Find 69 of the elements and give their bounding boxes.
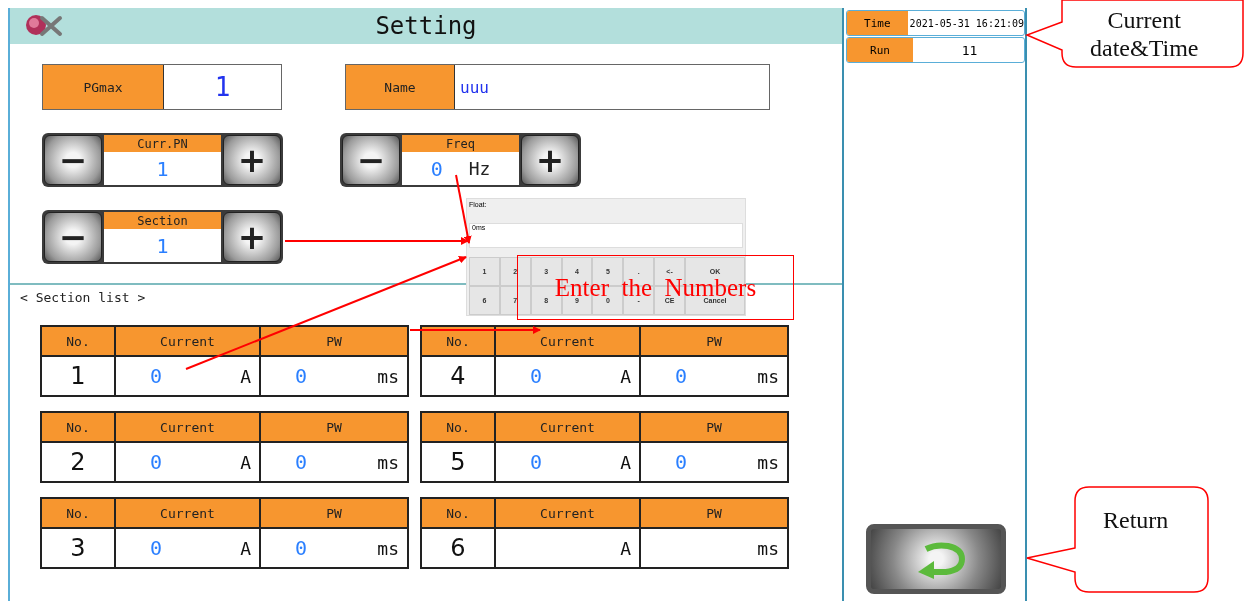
current-value[interactable]: 0 [530,450,543,474]
table-cell: 4 [422,357,494,395]
pulse-width-value[interactable]: 0 [675,450,688,474]
status-label: Run [847,38,913,62]
column-header: No. [42,327,114,355]
stepper-value[interactable]: 0 [430,156,443,181]
unit-label: A [240,451,251,473]
pulse-width-value[interactable]: 0 [295,536,308,560]
current-value[interactable]: 0 [150,536,163,560]
column-header: No. [422,413,494,441]
stepper-label: Freq [402,135,519,152]
unit-label: A [620,451,631,473]
unit-label: ms [757,451,779,473]
column-header: Current [116,413,259,441]
unit-label: Hz [468,158,491,179]
column-header: Current [496,499,639,527]
column-header: Current [116,327,259,355]
column-header: PW [641,327,787,355]
stepper-value[interactable]: 1 [156,233,169,258]
table-cell: 1 [42,357,114,395]
return-button[interactable] [865,524,1006,594]
current-value[interactable]: 0 [150,450,163,474]
table-cell: 2 [42,443,114,481]
callout-text: Return [1103,506,1169,534]
unit-label: A [620,365,631,387]
increment-button[interactable]: + [521,135,579,185]
stepper-label: Section [104,212,221,229]
table-cell: 3 [42,529,114,567]
column-header: No. [42,499,114,527]
column-header: PW [261,413,407,441]
tools-logo-icon [24,12,64,38]
unit-label: A [620,537,631,559]
unit-label: ms [377,365,399,387]
column-header: No. [422,327,494,355]
unit-label: A [240,537,251,559]
column-header: Current [116,499,259,527]
status-label: Time [847,11,908,35]
column-header: Current [496,327,639,355]
unit-label: A [240,365,251,387]
decrement-button[interactable]: − [44,135,102,185]
table-cell: 6 [422,529,494,567]
column-header: PW [641,413,787,441]
decrement-button[interactable]: − [342,135,400,185]
date-time-text: 2021-05-31 16:21:09 [908,16,1024,31]
column-header: PW [261,499,407,527]
callout-text: Current date&Time [1090,6,1199,62]
pulse-width-value[interactable]: 0 [675,364,688,388]
stepper-label: Curr.PN [104,135,221,152]
table-cell: 5 [422,443,494,481]
section-list-title: < Section list > [20,290,146,307]
increment-button[interactable]: + [223,212,281,262]
pulse-width-value[interactable]: 0 [295,364,308,388]
current-value[interactable]: 0 [150,364,163,388]
column-header: No. [42,413,114,441]
unit-label: ms [757,365,779,387]
pulse-width-value[interactable]: 0 [295,450,308,474]
screen-title: Setting [375,12,477,40]
decrement-button[interactable]: − [44,212,102,262]
column-header: Current [496,413,639,441]
stepper-value[interactable]: 1 [156,156,169,181]
column-header: PW [641,499,787,527]
run-count-text: 11 [960,41,979,60]
increment-button[interactable]: + [223,135,281,185]
column-header: No. [422,499,494,527]
unit-label: ms [377,451,399,473]
unit-label: ms [377,537,399,559]
current-value[interactable]: 0 [530,364,543,388]
unit-label: ms [757,537,779,559]
column-header: PW [261,327,407,355]
